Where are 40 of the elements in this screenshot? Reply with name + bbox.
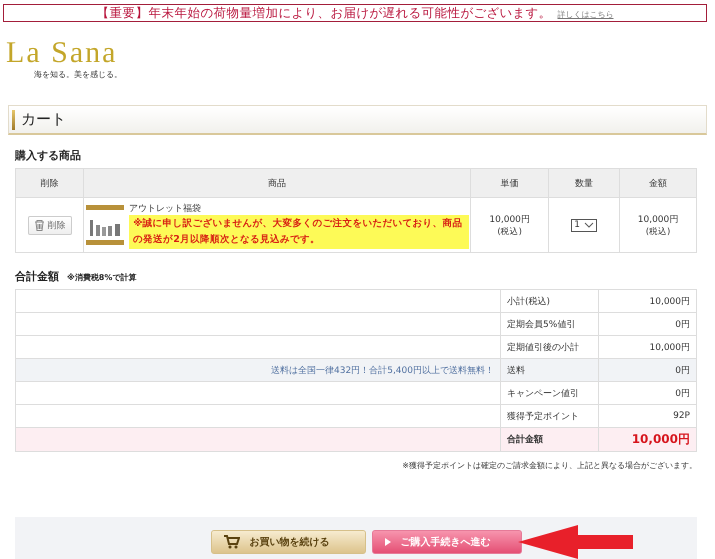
column-header: 金額 — [620, 168, 696, 198]
tax-note: ※消費税8%で計算 — [67, 272, 136, 283]
cart-icon — [224, 535, 240, 549]
column-header: 数量 — [548, 168, 620, 198]
product-name[interactable]: アウトレット福袋 — [129, 202, 202, 214]
delete-button[interactable]: 削除 — [28, 216, 72, 234]
shipping-note: 送料は全国一律432円！合計5,400円以上で送料無料！ — [271, 366, 494, 376]
product-notice: ※誠に申し訳ございませんが、大変多くのご注文をいただいており、商品の発送が2月以降順次となる見込みです。 — [129, 214, 470, 248]
page-title: カート — [21, 110, 66, 129]
summary-value: 0円 — [598, 312, 696, 336]
trash-icon — [34, 219, 45, 231]
column-header: 単価 — [470, 168, 549, 198]
continue-shopping-button[interactable]: お買い物を続ける — [210, 530, 366, 554]
tax-label: (税込) — [644, 226, 672, 238]
summary-label: 送料 — [500, 358, 598, 382]
footnote: ※獲得予定ポイントは確定のご請求金額により、上記と異なる場合がございます。 — [401, 460, 697, 471]
summary-label: 合計金額 — [500, 428, 598, 452]
unit-price: 10,000円 — [488, 214, 531, 226]
logo-tagline: 海を知る。美を感じる。 — [34, 69, 122, 80]
summary-value: 0円 — [598, 382, 696, 404]
quantity-dropdown[interactable]: 1 — [571, 218, 597, 232]
column-header: 削除 — [16, 168, 84, 198]
amount: 10,000円 — [636, 214, 680, 226]
section-heading: 購入する商品 — [15, 148, 82, 163]
checkout-button[interactable]: ご購入手続きへ進む — [372, 530, 522, 554]
summary-value: 10,000円 — [598, 290, 696, 312]
column-header: 商品 — [84, 168, 471, 198]
summary-label: 小計(税込) — [500, 290, 598, 312]
chevron-down-icon — [584, 222, 594, 228]
total-amount: 10,000円 — [598, 428, 696, 452]
summary-label: キャンペーン値引 — [500, 382, 598, 404]
arrow-icon — [518, 525, 633, 559]
tax-label: (税込) — [496, 226, 523, 238]
details-link[interactable]: 詳しくはこちら — [558, 7, 614, 22]
section-heading: 合計金額 — [15, 269, 59, 284]
summary-value: 0円 — [598, 358, 696, 382]
summary-label: 定期会員5%値引 — [500, 312, 598, 336]
title-accent — [12, 110, 15, 130]
notice-text: 【重要】年末年始の荷物量増加により、お届けが遅れる可能性がございます。 — [96, 5, 552, 20]
play-icon — [384, 538, 390, 546]
